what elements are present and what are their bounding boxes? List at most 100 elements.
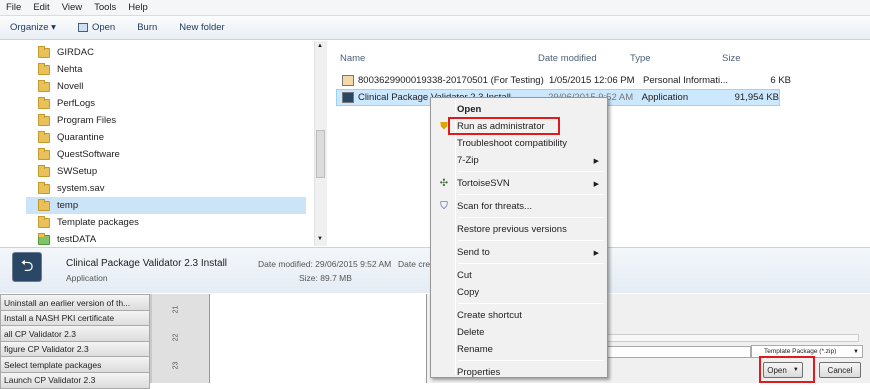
column-type[interactable]: Type (630, 53, 722, 69)
file-size: 91,954 KB (734, 92, 779, 103)
menu-item-7-zip[interactable]: 7-Zip ▶ (433, 152, 605, 169)
new-folder-button[interactable]: New folder (179, 22, 224, 33)
task-item[interactable]: all CP Validator 2.3 (0, 325, 150, 342)
menu-item-send-to[interactable]: Send to ▶ (433, 244, 605, 261)
nav-item-label: SWSetup (57, 166, 98, 177)
column-size[interactable]: Size (722, 53, 772, 69)
menu-item-properties[interactable]: Properties (433, 364, 605, 381)
folder-icon (38, 181, 50, 194)
menu-item-label: Rename (457, 344, 493, 355)
file-row[interactable]: 8003629900019338-20170501 (For Testing) … (336, 72, 791, 89)
menu-item-delete[interactable]: Delete (433, 324, 605, 341)
menu-item-label: Scan for threats... (457, 201, 532, 212)
menu-separator (458, 303, 604, 304)
menu-item-label: Create shortcut (457, 310, 522, 321)
menu-file[interactable]: File (6, 2, 21, 13)
ruler-mark: 22 (172, 333, 180, 342)
navigation-pane: GIRDAC Nehta Novell PerfLogs Program Files Qu… (0, 41, 327, 246)
column-name[interactable]: Name (340, 53, 538, 69)
dialog-cancel-button[interactable]: Cancel (819, 362, 861, 378)
task-item[interactable]: Install a NASH PKI certificate (0, 309, 150, 327)
organize-button[interactable]: Organize ▾ (10, 22, 56, 33)
nav-item[interactable]: Novell (38, 78, 83, 95)
nav-item[interactable]: PerfLogs (38, 95, 95, 112)
menu-item-cut[interactable]: Cut (433, 267, 605, 284)
menu-item-restore-previous-versions[interactable]: Restore previous versions (433, 221, 605, 238)
ruler-mark: 21 (172, 305, 180, 314)
menu-item-label: Cut (457, 270, 472, 281)
open-toolbar-label: Open (91, 22, 116, 33)
open-toolbar-button[interactable]: Open (77, 22, 116, 33)
nav-scroll-thumb[interactable] (316, 130, 325, 178)
nav-item[interactable]: Quarantine (38, 129, 104, 146)
ruler: 21 22 23 (152, 294, 210, 383)
folder-icon (38, 96, 50, 109)
task-item[interactable]: figure CP Validator 2.3 (0, 340, 150, 358)
nav-item-label: Nehta (57, 64, 83, 75)
contact-file-icon (342, 75, 354, 86)
menu-item-scan-for-threats[interactable]: ⛉ Scan for threats... (433, 198, 605, 215)
nav-item[interactable]: SWSetup (38, 163, 97, 180)
antivirus-icon: ⛉ (440, 201, 448, 212)
menu-help[interactable]: Help (128, 2, 148, 13)
file-name: 8003629900019338-20170501 (For Testing) (358, 75, 544, 86)
details-date-created: Date cre (398, 259, 431, 269)
folder-icon (38, 232, 50, 245)
folder-icon (38, 164, 50, 177)
context-menu: Open ⛊ Run as administrator Troubleshoot co… (430, 97, 608, 378)
menu-item-troubleshoot-compatibility[interactable]: Troubleshoot compatibility (433, 135, 605, 152)
menu-separator (458, 360, 604, 361)
menu-item-create-shortcut[interactable]: Create shortcut (433, 307, 605, 324)
menu-item-label: Properties (457, 367, 501, 378)
menu-item-label: Delete (457, 327, 485, 338)
details-size: Size: 89.7 MB (299, 273, 352, 283)
nav-item-label: system.sav (57, 183, 105, 194)
menu-edit[interactable]: Edit (33, 2, 49, 13)
document-area (210, 294, 426, 383)
nav-item-label: Quarantine (57, 132, 105, 143)
menu-item-label: 7-Zip (457, 155, 479, 166)
nav-item[interactable]: system.sav (38, 180, 105, 197)
nav-item[interactable]: Program Files (38, 112, 116, 129)
file-type: Personal Informati... (643, 75, 729, 86)
file-type: Application (641, 92, 689, 103)
folder-icon (38, 113, 50, 126)
menu-bar: File Edit View Tools Help (0, 0, 870, 16)
nav-item[interactable]: Nehta (38, 61, 82, 78)
scroll-down-arrow-icon[interactable]: ▼ (317, 236, 323, 242)
menu-item-label: Restore previous versions (457, 224, 567, 235)
nav-item-label: temp (57, 200, 79, 211)
nav-item[interactable]: GIRDAC (38, 44, 94, 61)
folder-icon (38, 147, 50, 160)
folder-icon (38, 130, 50, 143)
menu-item-rename[interactable]: Rename (433, 341, 605, 358)
menu-item-tortoisesvn[interactable]: ✣ TortoiseSVN ▶ (433, 175, 605, 192)
task-item[interactable]: Launch CP Validator 2.3 (0, 371, 150, 389)
menu-item-label: Troubleshoot compatibility (457, 138, 568, 149)
nav-item[interactable]: testDATA (38, 231, 96, 246)
menu-separator (458, 171, 604, 172)
nav-item[interactable]: temp (26, 197, 306, 214)
burn-button[interactable]: Burn (137, 22, 157, 33)
nav-item[interactable]: QuestSoftware (38, 146, 120, 163)
details-date: Date modified: 29/06/2015 9:52 AM (258, 259, 392, 269)
filter-label: Template Package (*.zip) (764, 348, 837, 355)
folder-icon (38, 45, 50, 58)
column-date-modified[interactable]: Date modified (538, 53, 630, 69)
file-date: 1/05/2015 12:06 PM (549, 75, 635, 86)
dropdown-arrow-icon: ▼ (853, 348, 859, 355)
menu-separator (458, 217, 604, 218)
menu-tools[interactable]: Tools (94, 2, 116, 13)
menu-item-open[interactable]: Open (433, 101, 605, 118)
scroll-up-arrow-icon[interactable]: ▲ (317, 43, 323, 49)
menu-item-copy[interactable]: Copy (433, 284, 605, 301)
menu-view[interactable]: View (62, 2, 82, 13)
menu-separator (458, 194, 604, 195)
tortoise-icon: ✣ (439, 178, 449, 189)
nav-item-label: testDATA (57, 234, 97, 245)
nav-item-label: Template packages (57, 217, 139, 228)
nav-item[interactable]: Template packages (38, 214, 139, 231)
task-item[interactable]: Uninstall an earlier version of th... (0, 294, 150, 311)
menu-item-label: TortoiseSVN (457, 178, 510, 189)
task-item[interactable]: Select template packages (0, 356, 150, 373)
